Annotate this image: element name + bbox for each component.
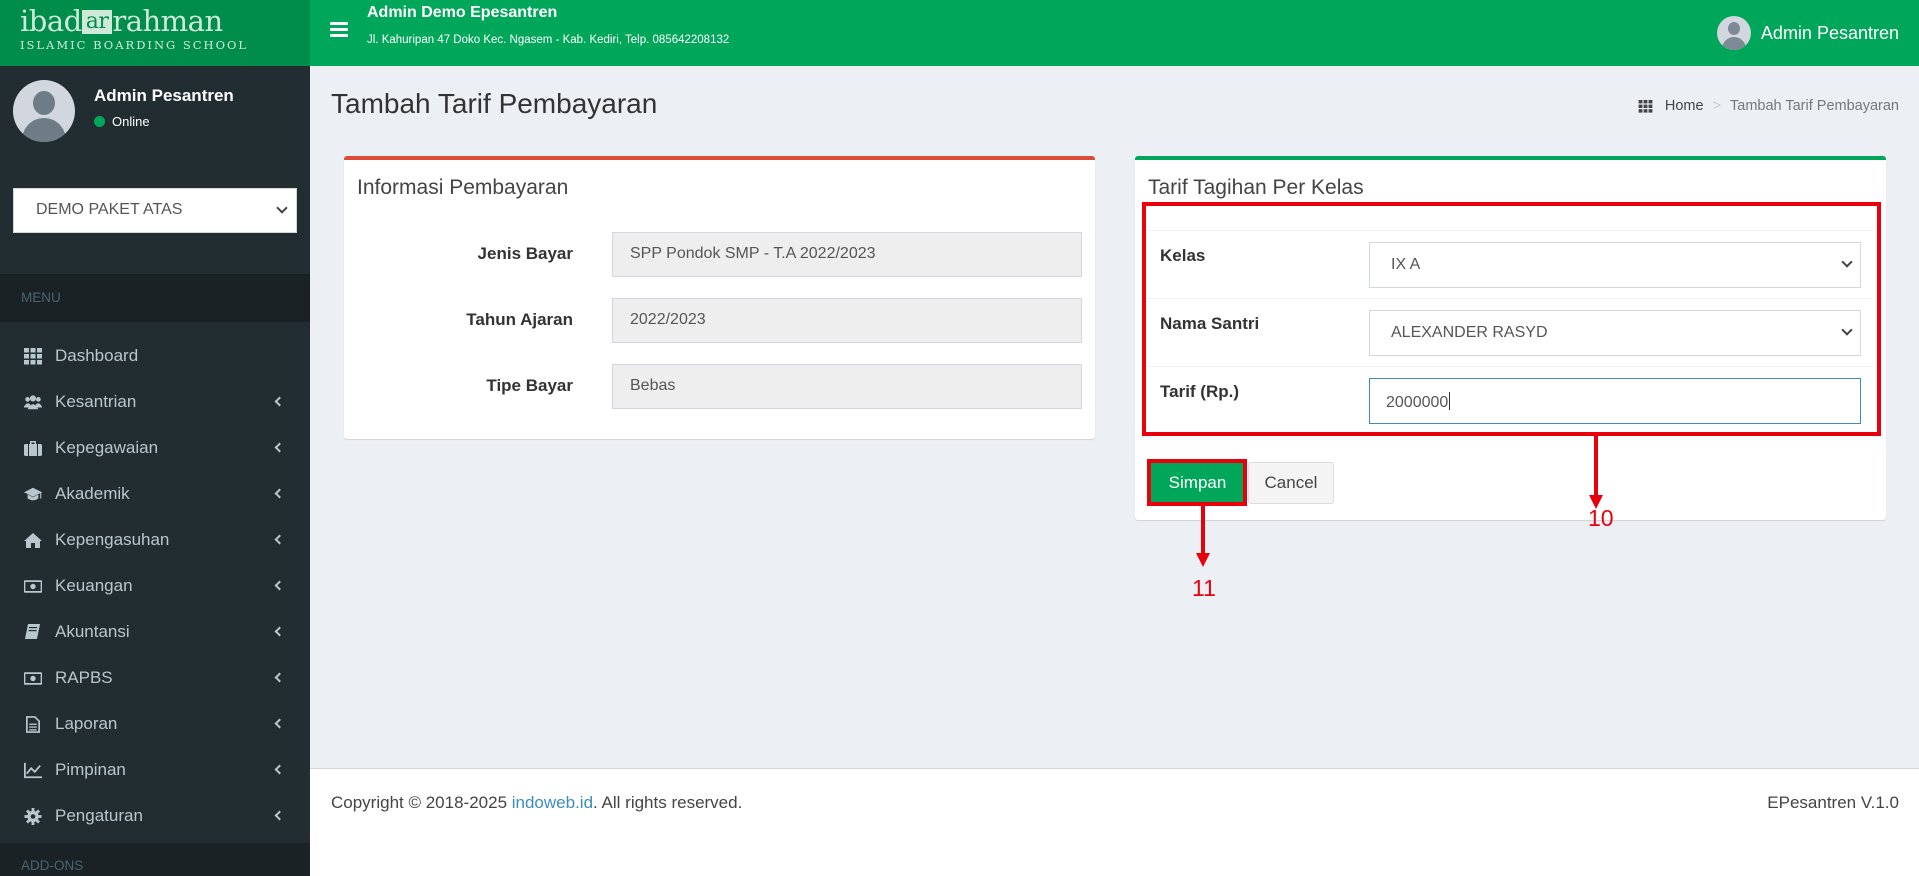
gear-icon [24,808,42,825]
sidebar-item-pengaturan[interactable]: Pengaturan [0,793,310,839]
tipe-bayar-label: Tipe Bayar [486,376,573,395]
chevron-left-icon [274,626,285,637]
user-status: Online [94,114,150,129]
sidebar-item-label: Dashboard [55,346,139,365]
logo-word-a: ibad [20,4,82,38]
graduation-cap-icon [24,487,42,501]
school-address: Jl. Kahuripan 47 Doko Kec. Ngasem - Kab.… [367,34,730,46]
logo-word-b: rahman [112,4,223,38]
copyright-suffix: . All rights reserved. [593,793,743,812]
sidebar-item-keuangan[interactable]: Keuangan [0,563,310,609]
indoweb-link[interactable]: indoweb.id [512,793,593,812]
briefcase-icon [24,441,42,456]
book-icon [25,624,40,639]
copyright-text: Copyright © 2018-2025 indoweb.id. All ri… [331,793,742,813]
logo-word-box: ar [81,10,113,34]
sidebar-item-label: Keuangan [55,576,133,595]
sidebar-item-label: Pimpinan [55,760,126,779]
sidebar-item-label: RAPBS [55,668,113,687]
app-version: EPesantren V.1.0 [1767,793,1899,812]
breadcrumb-home-label: Home [1664,98,1704,114]
sidebar-user-name: Admin Pesantren [94,86,234,105]
package-select[interactable]: DEMO PAKET ATAS [13,188,297,233]
payment-info-box: Informasi Pembayaran Jenis Bayar SPP Pon… [344,156,1095,439]
chevron-left-icon [274,764,285,775]
file-icon [26,716,40,733]
sidebar-item-laporan[interactable]: Laporan [0,701,310,747]
chevron-left-icon [274,442,285,453]
grid-icon [24,348,42,365]
sidebar-item-label: Kesantrian [55,392,137,411]
sidebar-item-label: Akuntansi [55,622,130,641]
form-highlight-box [1142,202,1881,436]
chevron-left-icon [274,672,285,683]
money-icon [24,580,42,593]
form-marker-number: 10 [1588,505,1614,531]
sidebar-item-label: Kepegawaian [55,438,159,457]
tipe-bayar-field: Bebas [612,364,1082,409]
home-icon [24,533,42,548]
chevron-left-icon [274,396,285,407]
sidebar-item-label: Kepengasuhan [55,530,170,549]
page-title: Tambah Tarif Pembayaran [331,88,658,119]
payment-info-title: Informasi Pembayaran [357,176,569,199]
tahun-ajaran-label: Tahun Ajaran [466,310,573,329]
chevron-left-icon [274,718,285,729]
avatar [1716,16,1751,50]
package-select-value: DEMO PAKET ATAS [36,201,183,218]
breadcrumb: Home > Tambah Tarif Pembayaran [1638,98,1899,114]
copyright-prefix: Copyright © 2018-2025 [331,793,512,812]
sidebar-item-kepegawaian[interactable]: Kepegawaian [0,425,310,471]
sidebar-item-kesantrian[interactable]: Kesantrian [0,379,310,425]
save-marker-number: 11 [1192,575,1216,601]
cancel-button[interactable]: Cancel [1248,462,1334,504]
user-menu-name: Admin Pesantren [1760,22,1899,43]
sidebar-item-label: Laporan [55,714,118,733]
user-status-label: Online [112,114,150,129]
breadcrumb-home[interactable]: Home [1638,98,1704,114]
chevron-left-icon [274,580,285,591]
user-panel: Admin Pesantren Online [13,80,303,142]
sidebar-item-rapbs[interactable]: RAPBS [0,655,310,701]
brand-logo[interactable]: ibad ar rahman ISLAMIC BOARDING SCHOOL [0,0,310,66]
sidebar-item-label: Pengaturan [55,806,143,825]
sidebar-item-akuntansi[interactable]: Akuntansi [0,609,310,655]
save-arrow-head-icon [1196,553,1210,567]
line-chart-icon [24,762,42,779]
grid-icon [1638,99,1653,113]
sidebar-item-kepengasuhan[interactable]: Kepengasuhan [0,517,310,563]
online-dot-icon [94,116,105,127]
sidebar-item-akademik[interactable]: Akademik [0,471,310,517]
users-icon [24,395,42,410]
footer: Copyright © 2018-2025 indoweb.id. All ri… [310,768,1919,876]
jenis-bayar-label: Jenis Bayar [477,244,573,263]
sidebar-toggle-icon[interactable] [330,22,348,38]
menu-header: MENU [0,274,310,322]
chevron-left-icon [274,810,285,821]
chevron-left-icon [274,488,285,499]
form-arrow-line [1594,436,1598,498]
save-arrow-line [1201,506,1205,556]
chevron-down-icon [276,202,288,214]
sidebar-item-pimpinan[interactable]: Pimpinan [0,747,310,793]
school-name: Admin Demo Epesantren [367,4,558,21]
tahun-ajaran-field: 2022/2023 [612,298,1082,343]
sidebar-menu: Dashboard Kesantrian Kepegawaian Akademi… [0,333,310,839]
sidebar-item-label: Akademik [55,484,130,503]
chevron-left-icon [274,534,285,545]
tarif-box-title: Tarif Tagihan Per Kelas [1148,176,1364,199]
save-highlight-box [1147,459,1247,506]
addons-header: ADD-ONS [0,843,310,876]
logo-subtitle: ISLAMIC BOARDING SCHOOL [20,38,249,52]
money-icon [24,672,42,685]
avatar [13,80,75,142]
user-menu[interactable]: Admin Pesantren [1716,16,1899,50]
jenis-bayar-field: SPP Pondok SMP - T.A 2022/2023 [612,232,1082,277]
sidebar-item-dashboard[interactable]: Dashboard [0,333,310,379]
breadcrumb-current: Tambah Tarif Pembayaran [1730,98,1899,114]
sidebar: Admin Pesantren Online DEMO PAKET ATAS M… [0,66,310,876]
logo-wordmark: ibad ar rahman [20,6,310,36]
top-navbar: ibad ar rahman ISLAMIC BOARDING SCHOOL Adm… [0,0,1919,66]
breadcrumb-separator: > [1712,98,1721,114]
